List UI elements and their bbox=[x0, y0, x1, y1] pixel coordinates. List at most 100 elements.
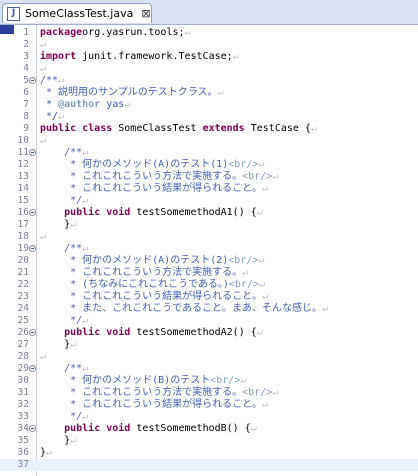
code-line[interactable]: 27 }↵ bbox=[0, 339, 418, 351]
code-line[interactable]: 11 /**↵ bbox=[0, 147, 418, 159]
code-line[interactable]: 10 ↵ bbox=[0, 135, 418, 147]
code-token: ↵ bbox=[82, 195, 89, 206]
code-text: * @author yas↵ bbox=[40, 99, 130, 111]
code-text: public void testSomemethodA1() {↵ bbox=[40, 207, 263, 219]
code-line[interactable]: 16 public void testSomemethodA1() {↵ bbox=[0, 207, 418, 219]
code-line[interactable]: 15 */↵ bbox=[0, 195, 418, 207]
line-number: 11 bbox=[17, 147, 29, 158]
code-text: * 何かのメソッド(B)のテスト<br/>↵ bbox=[40, 375, 246, 387]
code-line[interactable]: 6 * 説明用のサンプルのテストクラス。↵ bbox=[0, 87, 418, 99]
code-token: ↵ bbox=[272, 171, 279, 182]
editor-tab[interactable]: J SomeClassTest.java ⊠ bbox=[2, 3, 152, 23]
code-token: /** bbox=[64, 147, 83, 158]
code-token: /** bbox=[40, 75, 59, 86]
code-text: }↵ bbox=[40, 435, 76, 447]
code-token: ↵ bbox=[46, 447, 53, 458]
code-line[interactable]: 2 ↵ bbox=[0, 39, 418, 51]
code-token: /** bbox=[64, 243, 83, 254]
close-icon[interactable]: ⊠ bbox=[141, 7, 150, 20]
code-line[interactable]: 4 ↵ bbox=[0, 63, 418, 75]
line-number: 30 bbox=[17, 375, 29, 386]
code-text: ↵ bbox=[40, 39, 46, 51]
code-line[interactable]: 34 public void testSomemethodB() {↵ bbox=[0, 423, 418, 435]
line-number: 1 bbox=[23, 27, 29, 38]
code-text: /**↵ bbox=[40, 243, 88, 255]
code-line[interactable]: 33 */↵ bbox=[0, 411, 418, 423]
code-line[interactable]: 3 import junit.framework.TestCase;↵ bbox=[0, 51, 418, 63]
line-number: 26 bbox=[17, 327, 29, 338]
code-text: * 説明用のサンプルのテストクラス。↵ bbox=[40, 87, 224, 99]
code-line[interactable]: 19 /**↵ bbox=[0, 243, 418, 255]
line-number: 14 bbox=[17, 183, 29, 194]
fold-toggle-icon[interactable] bbox=[29, 209, 36, 216]
code-line[interactable]: 28 ↵ bbox=[0, 351, 418, 363]
line-number: 37 bbox=[17, 459, 29, 470]
code-line[interactable]: 13 * これこれこういう方法で実施する。<br/>↵ bbox=[0, 171, 418, 183]
code-token: ↵ bbox=[40, 63, 47, 74]
code-line[interactable]: 24 * また、これこれこうであること。まあ、そんな感じ。↵ bbox=[0, 303, 418, 315]
code-line[interactable]: 26 public void testSomemethodA2() {↵ bbox=[0, 327, 418, 339]
code-line[interactable]: 18 ↵ bbox=[0, 231, 418, 243]
code-token: yas bbox=[100, 99, 125, 110]
code-token: ↵ bbox=[310, 123, 317, 134]
code-text: * これこれこういう方法で実施する。<br/>↵ bbox=[40, 387, 278, 399]
line-number: 18 bbox=[17, 231, 29, 242]
fold-toggle-icon[interactable] bbox=[29, 329, 36, 336]
code-line[interactable]: 14 * これこれこういう結果が得られること。↵ bbox=[0, 183, 418, 195]
fold-toggle-icon[interactable] bbox=[29, 425, 36, 432]
code-token: ↵ bbox=[82, 363, 89, 374]
code-line[interactable]: 1 packageorg.yasrun.tools;↵ bbox=[0, 27, 418, 39]
line-number: 16 bbox=[17, 207, 29, 218]
fold-toggle-icon[interactable] bbox=[29, 149, 36, 156]
code-token: * これこれこういう方法で実施する。 bbox=[40, 387, 243, 398]
code-token: <br/> bbox=[242, 387, 273, 398]
code-line[interactable]: 37 bbox=[0, 459, 418, 471]
line-number: 15 bbox=[17, 195, 29, 206]
code-line[interactable]: 31 * これこれこういう方法で実施する。<br/>↵ bbox=[0, 387, 418, 399]
code-text: * 何かのメソッド(A)のテスト(2)<br/>↵ bbox=[40, 255, 264, 267]
code-line[interactable]: 30 * 何かのメソッド(B)のテスト<br/>↵ bbox=[0, 375, 418, 387]
code-line[interactable]: 25 */↵ bbox=[0, 315, 418, 327]
fold-toggle-icon[interactable] bbox=[29, 365, 36, 372]
code-line[interactable]: 9 public class SomeClassTest extends Test… bbox=[0, 123, 418, 135]
line-number: 13 bbox=[17, 171, 29, 182]
code-token: package bbox=[40, 27, 83, 38]
code-line[interactable]: 32 * これこれこういう結果が得られること。↵ bbox=[0, 399, 418, 411]
code-line[interactable]: 12 * 何かのメソッド(A)のテスト(1)<br/>↵ bbox=[0, 159, 418, 171]
line-number: 8 bbox=[23, 111, 29, 122]
code-text: public class SomeClassTest extends TestC… bbox=[40, 123, 317, 135]
code-line[interactable]: 5 /**↵ bbox=[0, 75, 418, 87]
code-text: * 何かのメソッド(A)のテスト(1)<br/>↵ bbox=[40, 159, 264, 171]
code-line[interactable]: 29 /**↵ bbox=[0, 363, 418, 375]
code-line[interactable]: 21 * これこれこういう方法で実施する。↵ bbox=[0, 267, 418, 279]
code-token: <br/> bbox=[228, 279, 259, 290]
code-token: <br/> bbox=[242, 171, 273, 182]
code-text: * これこれこういう方法で実施する。<br/>↵ bbox=[40, 171, 278, 183]
fold-toggle-icon[interactable] bbox=[29, 77, 36, 84]
code-line[interactable]: 35 }↵ bbox=[0, 435, 418, 447]
line-number: 22 bbox=[17, 279, 29, 290]
code-token: * これこれこういう結果が得られること。 bbox=[40, 291, 263, 302]
fold-toggle-icon[interactable] bbox=[29, 245, 36, 252]
code-line[interactable]: 7 * @author yas↵ bbox=[0, 99, 418, 111]
code-line[interactable]: 8 */↵ bbox=[0, 111, 418, 123]
code-token: org.yasrun.tools; bbox=[82, 27, 185, 38]
code-token: ↵ bbox=[240, 375, 247, 386]
code-token: ↵ bbox=[184, 27, 191, 38]
code-token: testSomemethodB() { bbox=[130, 423, 251, 434]
code-line[interactable]: 23 * これこれこういう結果が得られること。↵ bbox=[0, 291, 418, 303]
code-text: }↵ bbox=[40, 447, 52, 459]
code-token: ↵ bbox=[262, 183, 269, 194]
code-token: ↵ bbox=[82, 411, 89, 422]
code-line[interactable]: 22 * (ちなみにこれこれこうである。)<br/>↵ bbox=[0, 279, 418, 291]
code-line[interactable]: 20 * 何かのメソッド(A)のテスト(2)<br/>↵ bbox=[0, 255, 418, 267]
code-line[interactable]: 36}↵ bbox=[0, 447, 418, 459]
code-token: public void bbox=[64, 207, 131, 218]
code-token: <br/> bbox=[228, 255, 259, 266]
code-text: * また、これこれこうであること。まあ、そんな感じ。↵ bbox=[40, 303, 328, 315]
code-editor[interactable]: 1 packageorg.yasrun.tools;↵ 2 ↵ 3 import juni… bbox=[0, 25, 418, 476]
code-token: */ bbox=[40, 315, 83, 326]
code-line[interactable]: 17 }↵ bbox=[0, 219, 418, 231]
